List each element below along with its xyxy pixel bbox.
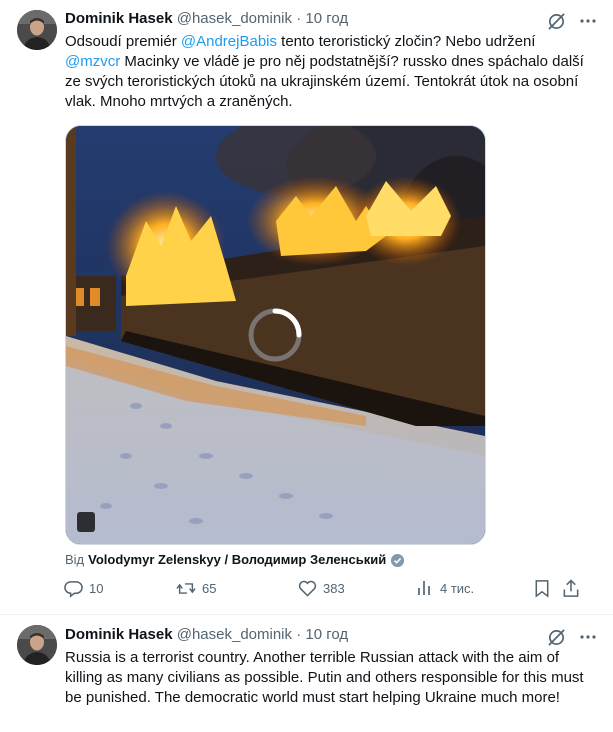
author-name[interactable]: Dominik Hasek	[65, 626, 173, 643]
more-icon[interactable]	[577, 626, 599, 648]
mention-link[interactable]: @AndrejBabis	[181, 33, 277, 50]
tweet[interactable]: Dominik Hasek @hasek_dominik · 10 год Od…	[0, 0, 613, 615]
reply-icon	[64, 581, 83, 598]
repost-icon	[176, 583, 196, 594]
separator: ·	[296, 626, 302, 643]
repost-count: 65	[202, 581, 217, 596]
timestamp[interactable]: 10 год	[305, 626, 348, 643]
bookmark-icon	[535, 580, 549, 598]
reply-count: 10	[89, 581, 104, 596]
timestamp[interactable]: 10 год	[305, 10, 348, 27]
author-name[interactable]: Dominik Hasek	[65, 10, 173, 27]
tweet-header-actions	[545, 10, 599, 32]
mention-link[interactable]: @mzvcr	[65, 53, 120, 70]
avatar[interactable]	[17, 10, 57, 50]
grok-icon[interactable]	[545, 626, 567, 648]
views-icon	[418, 581, 430, 595]
source-name-link[interactable]: Volodymyr Zelenskyy / Володимир Зеленськ…	[88, 551, 386, 569]
author-handle[interactable]: @hasek_dominik	[177, 10, 292, 27]
tweet[interactable]: Dominik Hasek @hasek_dominik · 10 год Ru…	[0, 615, 613, 732]
tweet-text-part: tento teroristický zločin? Nebo udržení	[281, 33, 536, 50]
video-control-button[interactable]	[77, 512, 95, 532]
like-count: 383	[323, 580, 345, 596]
share-button[interactable]	[562, 579, 580, 598]
loading-spinner-icon	[248, 308, 302, 362]
share-icon	[563, 579, 579, 597]
tweet-actions: 10 65 383 4 тис.	[62, 579, 592, 603]
like-button[interactable]: 383	[298, 579, 345, 597]
tweet-text: Russia is a terrorist country. Another t…	[65, 649, 588, 706]
grok-icon[interactable]	[545, 10, 567, 32]
tweet-text-part: Odsoudí premiér	[65, 33, 181, 50]
views-button[interactable]: 4 тис.	[416, 579, 474, 597]
views-count: 4 тис.	[440, 580, 475, 596]
reply-button[interactable]: 10	[64, 579, 103, 598]
author-handle[interactable]: @hasek_dominik	[177, 626, 292, 643]
source-prefix: Від	[65, 552, 85, 567]
tweet-header-actions	[545, 626, 599, 648]
more-icon[interactable]	[577, 10, 599, 32]
bookmark-button[interactable]	[534, 579, 550, 598]
tweet-header: Dominik Hasek @hasek_dominik · 10 год	[65, 625, 348, 645]
video-source-attribution: Від Volodymyr Zelenskyy / Володимир Зеле…	[65, 551, 405, 569]
repost-button[interactable]: 65	[176, 579, 216, 598]
avatar[interactable]	[17, 625, 57, 665]
tweet-header: Dominik Hasek @hasek_dominik · 10 год	[65, 9, 348, 29]
verified-badge-icon	[391, 553, 405, 567]
tweet-text-part: Macinky ve vládě je pro něj podstatnější…	[65, 53, 588, 110]
like-icon	[298, 580, 317, 597]
tweet-text: Odsoudí premiér @AndrejBabis tento teror…	[65, 32, 590, 112]
separator: ·	[296, 10, 302, 27]
video-player[interactable]	[65, 125, 486, 545]
